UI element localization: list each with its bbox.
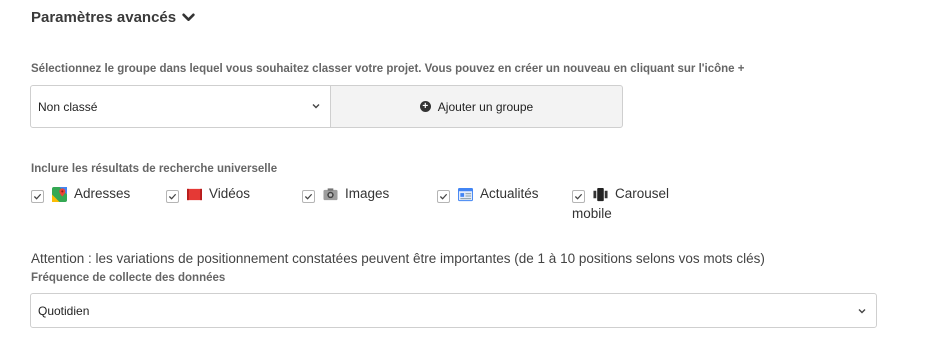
group-select-value: Non classé: [38, 99, 98, 114]
option-label: Adresses: [74, 186, 131, 201]
checkbox-videos[interactable]: [166, 190, 179, 203]
add-group-button[interactable]: + Ajouter un groupe: [330, 85, 623, 128]
option-label: Carousel: [615, 186, 670, 201]
chevron-down-icon: [312, 104, 320, 109]
option-carousel[interactable]: Carousel: [572, 186, 669, 203]
option-label-line2: mobile: [572, 206, 612, 221]
advanced-settings-title: Paramètres avancés: [31, 9, 177, 26]
camera-icon: [323, 188, 338, 201]
video-icon: [187, 188, 202, 201]
warning-text: Attention : les variations de positionne…: [31, 251, 765, 266]
option-label: Images: [345, 186, 390, 201]
advanced-settings-toggle[interactable]: Paramètres avancés: [31, 9, 195, 26]
carousel-icon: [593, 187, 608, 202]
checkbox-adresses[interactable]: [31, 190, 44, 203]
news-icon: [458, 187, 473, 202]
option-images[interactable]: Images: [302, 186, 389, 203]
checkbox-actualites[interactable]: [437, 190, 450, 203]
universal-search-label: Inclure les résultats de recherche unive…: [31, 163, 278, 175]
chevron-down-icon: [182, 13, 195, 21]
frequency-label: Fréquence de collecte des données: [31, 272, 226, 284]
checkbox-carousel[interactable]: [572, 190, 585, 203]
check-icon: [304, 193, 313, 200]
frequency-select-value: Quotidien: [38, 303, 90, 318]
option-label: Actualités: [480, 186, 539, 201]
check-icon: [168, 193, 177, 200]
chevron-down-icon: [858, 309, 866, 314]
add-group-label: Ajouter un groupe: [437, 99, 534, 114]
frequency-select[interactable]: Quotidien: [30, 293, 877, 328]
group-help-text: Sélectionnez le groupe dans lequel vous …: [31, 63, 745, 75]
group-select[interactable]: Non classé: [30, 85, 331, 128]
check-icon: [33, 193, 42, 200]
maps-pin-icon: [52, 187, 67, 202]
plus-circle-icon: +: [419, 101, 431, 112]
option-videos[interactable]: Vidéos: [166, 186, 250, 203]
option-adresses[interactable]: Adresses: [31, 186, 130, 203]
check-icon: [574, 193, 583, 200]
option-actualites[interactable]: Actualités: [437, 186, 539, 203]
check-icon: [439, 193, 448, 200]
checkbox-images[interactable]: [302, 190, 315, 203]
option-label: Vidéos: [209, 186, 251, 201]
